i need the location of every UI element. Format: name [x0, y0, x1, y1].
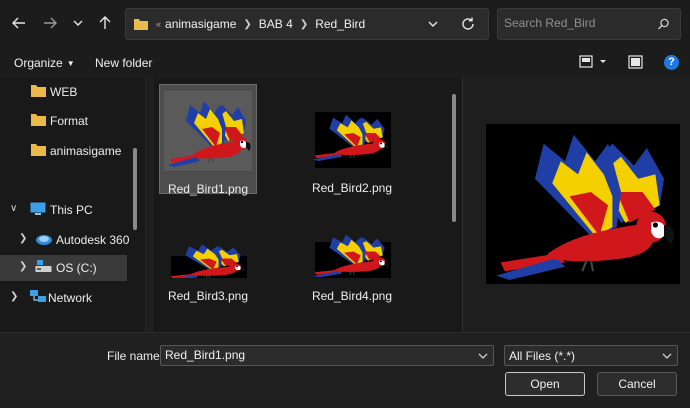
forward-button[interactable] [39, 12, 61, 34]
file-name-label: File name: [107, 349, 164, 363]
address-bar[interactable]: « animasigame ❯ BAB 4 ❯ Red_Bird [125, 8, 489, 40]
file-name-combobox[interactable] [160, 345, 494, 366]
dialog-footer [0, 332, 690, 408]
open-button[interactable]: Open [505, 372, 585, 396]
drive-icon [35, 260, 52, 272]
folder-icon [31, 114, 46, 126]
file-type-value: All Files (*.*) [509, 349, 576, 363]
file-thumbnail [164, 91, 252, 171]
file-thumbnail [168, 243, 247, 278]
sidebar-scrollbar[interactable] [133, 148, 137, 230]
chevron-right-icon[interactable]: ❯ [300, 19, 308, 30]
preview-pane-icon [628, 55, 643, 69]
chevron-down-icon[interactable]: ∨ [10, 203, 17, 214]
search-input[interactable] [504, 16, 654, 30]
breadcrumb-bab4[interactable]: BAB 4 [259, 17, 293, 31]
caret-down-icon: ▼ [66, 59, 75, 68]
sidebar-item-format[interactable]: Format [0, 108, 133, 134]
cloud-icon [36, 235, 52, 245]
computer-icon [30, 202, 46, 215]
up-button[interactable] [94, 12, 116, 34]
file-name: Red_Bird3.png [167, 289, 249, 303]
sidebar-item-autodesk-360[interactable]: ❯ Autodesk 360 [0, 227, 133, 253]
sidebar-item-label: OS (C:) [56, 261, 97, 275]
sidebar-item-animasigame[interactable]: animasigame [0, 138, 133, 164]
sidebar-item-label: This PC [50, 203, 93, 217]
preview-pane-button[interactable] [628, 55, 643, 72]
search-box[interactable] [497, 8, 681, 40]
file-name-input[interactable] [165, 348, 465, 362]
recent-locations-button[interactable] [67, 12, 89, 34]
cancel-button[interactable]: Cancel [597, 372, 677, 396]
breadcrumb: « animasigame ❯ BAB 4 ❯ Red_Bird [156, 17, 365, 31]
breadcrumb-animasigame[interactable]: animasigame [165, 17, 236, 31]
new-folder-button[interactable]: New folder [95, 56, 152, 70]
file-type-select[interactable]: All Files (*.*) [504, 345, 678, 366]
folder-icon [31, 85, 46, 97]
file-name: Red_Bird4.png [311, 289, 393, 303]
organize-menu[interactable]: Organize ▼ [14, 56, 75, 70]
view-icon [579, 55, 606, 68]
arrow-up-icon [99, 16, 111, 29]
organize-label: Organize [14, 56, 63, 70]
folder-icon [134, 19, 148, 30]
change-view-button[interactable] [579, 55, 607, 72]
sidebar-item-label: Format [50, 114, 89, 128]
address-dropdown-icon[interactable] [426, 17, 440, 31]
sidebar-item-label: WEB [50, 85, 78, 99]
preview-image [486, 124, 680, 284]
file-thumbnail [312, 234, 391, 278]
file-list-scrollbar[interactable] [452, 94, 456, 222]
network-icon [30, 290, 46, 302]
chevron-right-icon[interactable]: ❯ [19, 233, 27, 244]
sidebar-item-label: Autodesk 360 [56, 233, 130, 247]
file-thumbnail [312, 112, 391, 168]
chevron-right-icon[interactable]: ❯ [19, 261, 27, 272]
file-item[interactable]: Red_Bird2.png [303, 84, 401, 195]
sidebar-item-label: Network [48, 291, 93, 305]
file-item[interactable]: Red_Bird1.png [159, 84, 257, 196]
arrow-right-icon [44, 17, 57, 29]
help-button[interactable]: ? [664, 55, 679, 70]
sidebar-item-network[interactable]: ❯ Network [0, 285, 133, 311]
breadcrumb-red-bird[interactable]: Red_Bird [315, 17, 365, 31]
pane-splitter[interactable] [145, 78, 154, 332]
sidebar-item-os-c[interactable]: ❯ OS (C:) [0, 255, 127, 281]
chevron-down-icon [73, 20, 83, 26]
chevron-right-icon[interactable]: ❯ [243, 19, 251, 30]
back-button[interactable] [8, 12, 30, 34]
sidebar-item-label: animasigame [50, 144, 122, 158]
sidebar-item-web[interactable]: WEB [0, 79, 133, 105]
file-item[interactable]: Red_Bird3.png [159, 192, 257, 303]
toolbar: Organize ▼ New folder ? [0, 48, 690, 78]
chevron-down-icon[interactable] [477, 350, 489, 362]
navigation-bar: « animasigame ❯ BAB 4 ❯ Red_Bird [0, 0, 690, 48]
file-item[interactable]: Red_Bird4.png [303, 192, 401, 303]
search-icon[interactable] [657, 18, 670, 31]
refresh-icon[interactable] [460, 16, 476, 32]
arrow-left-icon [12, 17, 25, 29]
folder-icon [31, 144, 46, 156]
sidebar-item-this-pc[interactable]: ∨ This PC [0, 197, 133, 223]
breadcrumb-overflow[interactable]: « [156, 19, 161, 29]
chevron-right-icon[interactable]: ❯ [10, 291, 18, 302]
chevron-down-icon[interactable] [661, 350, 673, 362]
